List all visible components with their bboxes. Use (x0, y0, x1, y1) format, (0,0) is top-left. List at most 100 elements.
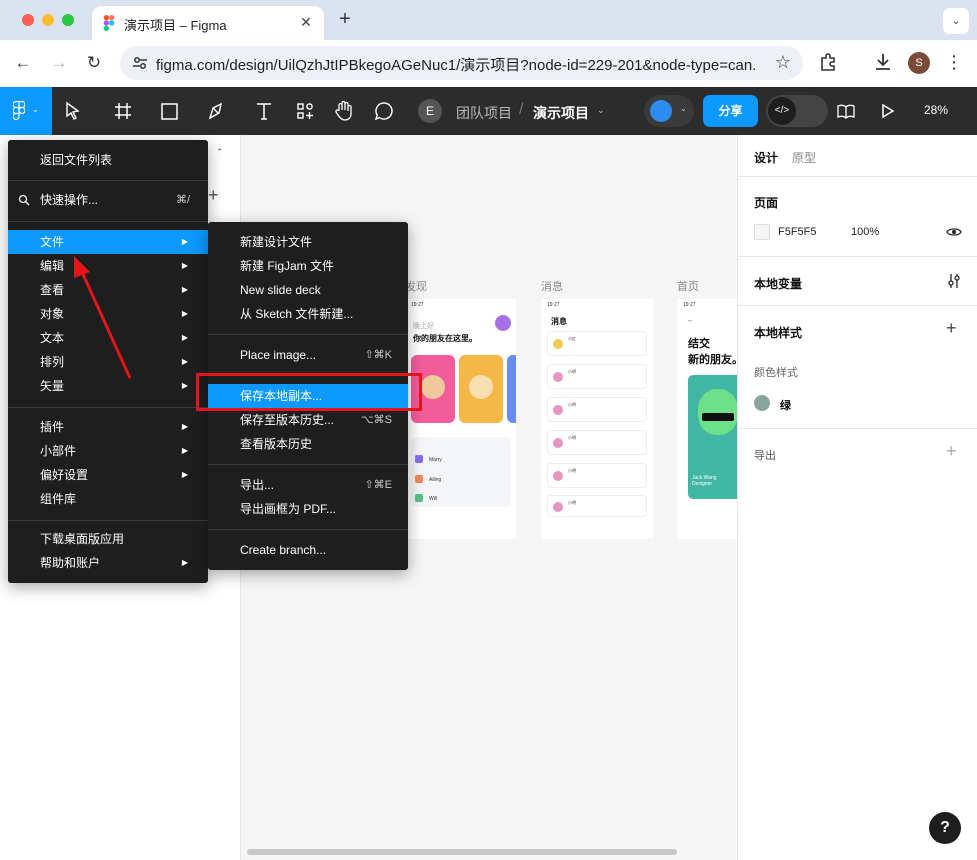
shortcut-label: ⌥⌘S (360, 414, 392, 426)
menu-item-download-desktop[interactable]: 下载桌面版应用 (8, 527, 208, 551)
green-style-label[interactable]: 绿 (780, 397, 791, 413)
submenu-place-image[interactable]: Place image... ⇧⌘K (208, 343, 408, 367)
horizontal-scrollbar[interactable] (247, 849, 677, 855)
status-time: 19:27 (411, 302, 424, 308)
shortcut-label: ⌘/ (175, 194, 190, 206)
frame-label-discover[interactable]: 发现 (405, 278, 427, 294)
page-color-swatch[interactable] (754, 224, 770, 240)
tab-design[interactable]: 设计 (754, 149, 778, 166)
dev-mode-toggle[interactable]: </> (766, 95, 828, 127)
green-color-swatch[interactable] (754, 395, 770, 411)
submenu-new-figjam-file[interactable]: 新建 FigJam 文件 (208, 254, 408, 278)
frame-messages[interactable]: 19:27 消息 小红 小明 小明 小明 小明 小明 (541, 299, 653, 539)
contact-name: Marry (429, 457, 442, 463)
tab-close-icon[interactable]: ✕ (296, 12, 316, 32)
variables-sliders-icon[interactable] (946, 273, 962, 289)
chevron-right-icon: ▶ (181, 381, 188, 390)
chevron-right-icon: ▶ (181, 422, 188, 431)
pen-nib-icon (208, 102, 223, 120)
menu-item-widgets[interactable]: 小部件 ▶ (8, 439, 208, 463)
chevron-up-icon[interactable]: ⌃ (216, 147, 224, 158)
eye-icon[interactable] (946, 226, 962, 238)
menu-separator (8, 180, 208, 181)
menu-item-plugins[interactable]: 插件 ▶ (8, 415, 208, 439)
new-tab-button[interactable]: + (334, 8, 356, 30)
site-settings-icon[interactable] (132, 55, 148, 71)
message-row: 小明 (547, 495, 647, 517)
text-tool[interactable] (254, 99, 274, 123)
resources-tool[interactable] (295, 99, 315, 123)
submenu-create-branch[interactable]: Create branch... (208, 538, 408, 562)
chevron-down-icon: ⌄ (32, 105, 39, 114)
menu-item-help-account[interactable]: 帮助和账户 ▶ (8, 551, 208, 575)
page-color-hex[interactable]: F5F5F5 (778, 226, 817, 238)
frame-label-home[interactable]: 首页 (677, 278, 699, 294)
frame-tool[interactable] (113, 99, 133, 123)
move-tool[interactable] (64, 99, 82, 123)
menu-item-back-to-files[interactable]: 返回文件列表 (8, 148, 208, 172)
frame-discover[interactable]: 19:27 晚上好 你的朋友在这里。 Marry Ailing Will (405, 299, 516, 539)
download-icon[interactable] (872, 51, 894, 73)
help-button[interactable]: ? (929, 812, 961, 844)
add-export-icon[interactable]: + (946, 441, 957, 462)
messages-title: 消息 (551, 317, 567, 326)
submenu-export[interactable]: 导出... ⇧⌘E (208, 473, 408, 497)
figma-favicon-icon (103, 15, 115, 31)
add-style-icon[interactable]: + (946, 318, 957, 339)
reload-icon[interactable]: ↻ (83, 52, 105, 74)
menu-item-preferences[interactable]: 偏好设置 ▶ (8, 463, 208, 487)
close-window-button[interactable] (22, 14, 34, 26)
tab-prototype[interactable]: 原型 (792, 149, 816, 166)
minimize-window-button[interactable] (42, 14, 54, 26)
extensions-puzzle-icon[interactable] (818, 51, 840, 73)
maximize-window-button[interactable] (62, 14, 74, 26)
menu-item-quick-actions[interactable]: 快速操作... ⌘/ (8, 188, 208, 212)
tab-search-button[interactable]: ⌄ (943, 8, 969, 34)
bookmark-star-icon[interactable]: ☆ (775, 52, 791, 73)
library-button[interactable] (836, 99, 856, 123)
frame-home[interactable]: 19:27 ← 结交 新的朋友。 Jack Wang Designer (677, 299, 737, 539)
browser-menu-icon[interactable]: ⋮ (944, 51, 964, 73)
profile-avatar[interactable]: S (908, 52, 930, 74)
back-arrow-icon[interactable]: ← (12, 52, 34, 74)
frame-label-messages[interactable]: 消息 (541, 278, 563, 294)
profile-card: Jack Wang Designer (688, 375, 737, 499)
submenu-new-design-file[interactable]: 新建设计文件 (208, 230, 408, 254)
browser-tab[interactable]: 演示项目 – Figma ✕ (92, 6, 324, 40)
url-field[interactable]: figma.com/design/UilQzhJtIPBkegoAGeNuc1/… (120, 46, 803, 80)
chevron-down-icon[interactable]: ⌄ (597, 105, 605, 116)
present-button[interactable] (880, 99, 896, 123)
collaborator-avatar (650, 100, 672, 122)
submenu-show-version-history[interactable]: 查看版本历史 (208, 432, 408, 456)
add-page-icon[interactable]: + (208, 185, 219, 206)
submenu-save-to-version-history[interactable]: 保存至版本历史... ⌥⌘S (208, 408, 408, 432)
rectangle-icon (161, 103, 178, 120)
menu-separator (208, 464, 408, 465)
main-menu-button[interactable]: ⌄ (0, 87, 52, 135)
contact-name: Will (429, 496, 438, 502)
submenu-export-frames-pdf[interactable]: 导出画框为 PDF... (208, 497, 408, 521)
page-heading: 页面 (754, 196, 779, 210)
breadcrumb-project[interactable]: 演示项目 (533, 103, 589, 123)
page-opacity[interactable]: 100% (851, 226, 879, 238)
forward-arrow-icon[interactable]: → (48, 52, 70, 74)
menu-item-libraries[interactable]: 组件库 (8, 487, 208, 511)
status-time: 19:27 (683, 302, 696, 308)
zoom-level[interactable]: 28% (924, 103, 948, 117)
status-time: 19:27 (547, 302, 560, 308)
pen-tool[interactable] (206, 99, 226, 123)
comment-tool[interactable] (373, 99, 395, 123)
avatar (495, 315, 511, 331)
chevron-right-icon: ▶ (181, 446, 188, 455)
breadcrumb-team[interactable]: 团队项目 (456, 103, 512, 123)
chevron-right-icon: ▶ (181, 470, 188, 479)
user-avatar[interactable]: E (418, 99, 442, 123)
annotation-highlight-box (196, 373, 422, 411)
divider (738, 176, 977, 177)
multiplayer-avatars[interactable]: ⌄ (644, 95, 694, 127)
share-button[interactable]: 分享 (703, 95, 758, 127)
shape-tool[interactable] (160, 99, 180, 123)
submenu-new-slide-deck[interactable]: New slide deck (208, 278, 408, 302)
hand-tool[interactable] (333, 99, 355, 123)
submenu-new-from-sketch[interactable]: 从 Sketch 文件新建... (208, 302, 408, 326)
